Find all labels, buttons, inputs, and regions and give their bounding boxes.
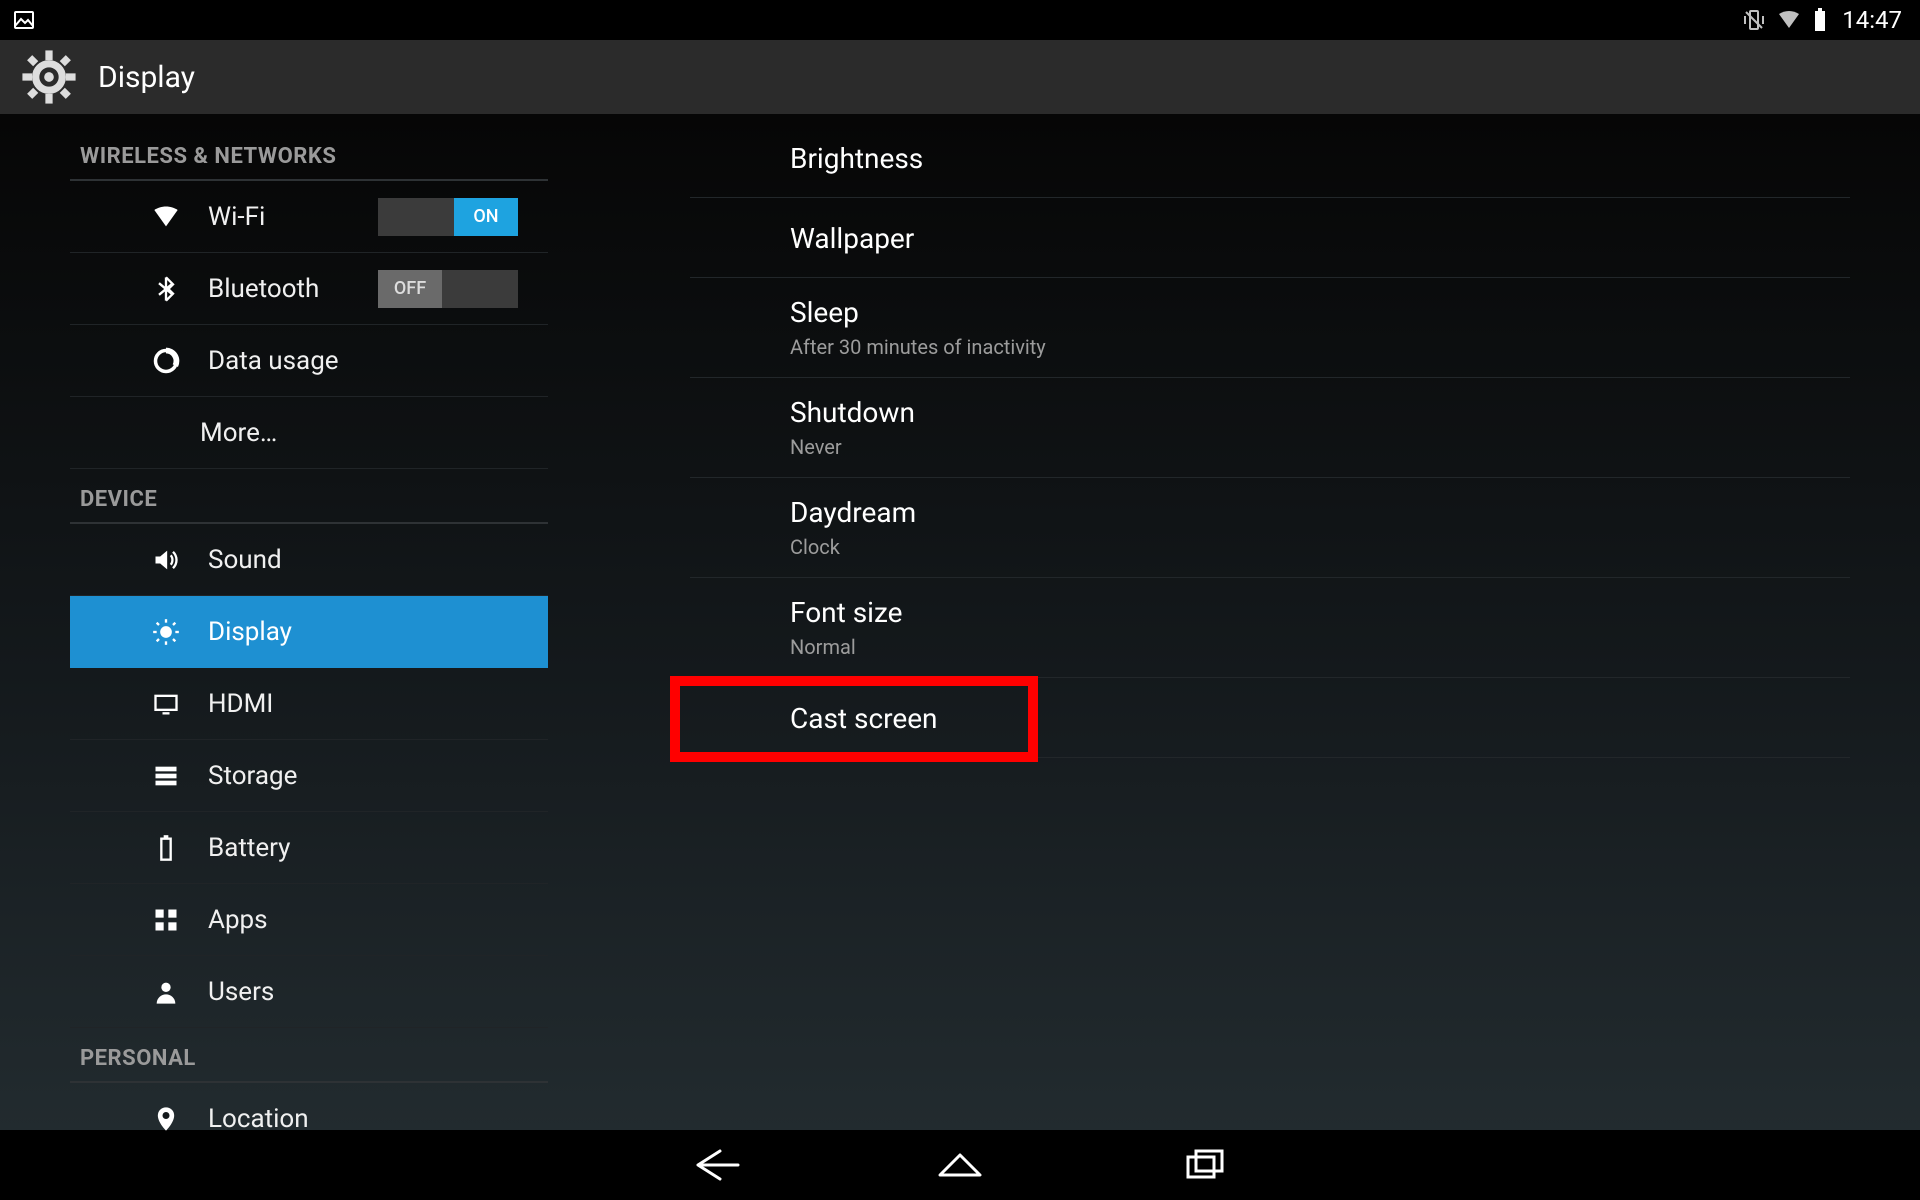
settings-gear-icon[interactable] — [18, 46, 80, 108]
sidebar-item-users[interactable]: Users — [70, 956, 548, 1028]
row-title: Wallpaper — [790, 222, 1850, 255]
notification-image-icon — [12, 8, 36, 32]
row-subtitle: Never — [790, 435, 1850, 459]
section-header-personal: PERSONAL — [70, 1028, 548, 1083]
row-title: Daydream — [790, 496, 1850, 529]
hdmi-monitor-icon — [150, 690, 182, 718]
action-bar: Display — [0, 40, 1920, 114]
data-usage-icon — [150, 347, 182, 375]
row-shutdown[interactable]: Shutdown Never — [690, 378, 1850, 478]
nav-recent-apps-button[interactable] — [1172, 1143, 1236, 1187]
display-brightness-icon — [150, 618, 182, 646]
bluetooth-icon — [150, 275, 182, 303]
sidebar-item-more[interactable]: More… — [70, 397, 548, 469]
row-subtitle: Normal — [790, 635, 1850, 659]
row-daydream[interactable]: Daydream Clock — [690, 478, 1850, 578]
sidebar-item-label: More… — [200, 418, 548, 448]
row-subtitle: Clock — [790, 535, 1850, 559]
row-title: Font size — [790, 596, 1850, 629]
row-brightness[interactable]: Brightness — [690, 118, 1850, 198]
status-clock: 14:47 — [1842, 6, 1902, 34]
sidebar-item-label: Wi-Fi — [208, 202, 352, 232]
sidebar-item-label: Apps — [208, 905, 548, 935]
sound-icon — [150, 546, 182, 574]
sidebar-item-data-usage[interactable]: Data usage — [70, 325, 548, 397]
sidebar-item-label: HDMI — [208, 689, 548, 719]
sidebar-item-apps[interactable]: Apps — [70, 884, 548, 956]
vibrate-muted-icon — [1742, 8, 1766, 32]
row-title: Brightness — [790, 142, 1850, 175]
row-wallpaper[interactable]: Wallpaper — [690, 198, 1850, 278]
row-title: Cast screen — [790, 702, 1850, 735]
sidebar-item-label: Users — [208, 977, 548, 1007]
battery-status-icon — [1812, 8, 1828, 32]
sidebar-item-hdmi[interactable]: HDMI — [70, 668, 548, 740]
row-cast-screen[interactable]: Cast screen — [690, 678, 1850, 758]
status-bar: 14:47 — [0, 0, 1920, 40]
row-subtitle: After 30 minutes of inactivity — [790, 335, 1850, 359]
main-panel: Brightness Wallpaper Sleep After 30 minu… — [560, 114, 1920, 1130]
sidebar-item-label: Sound — [208, 545, 548, 575]
section-header-wireless: WIRELESS & NETWORKS — [70, 126, 548, 181]
wifi-toggle[interactable]: ON — [378, 198, 518, 236]
row-sleep[interactable]: Sleep After 30 minutes of inactivity — [690, 278, 1850, 378]
wifi-icon — [150, 203, 182, 231]
bluetooth-toggle[interactable]: OFF — [378, 270, 518, 308]
battery-icon — [150, 834, 182, 862]
sidebar: WIRELESS & NETWORKS Wi-Fi ON Bluetooth O… — [0, 114, 560, 1130]
sidebar-item-storage[interactable]: Storage — [70, 740, 548, 812]
apps-icon — [150, 906, 182, 934]
sidebar-item-label: Display — [208, 617, 548, 647]
sidebar-item-display[interactable]: Display — [70, 596, 548, 668]
nav-home-button[interactable] — [928, 1143, 992, 1187]
location-pin-icon — [150, 1105, 182, 1133]
sidebar-item-label: Location — [208, 1104, 548, 1134]
sidebar-item-wifi[interactable]: Wi-Fi ON — [70, 181, 548, 253]
content-area: WIRELESS & NETWORKS Wi-Fi ON Bluetooth O… — [0, 114, 1920, 1130]
page-title: Display — [98, 60, 195, 95]
sidebar-item-battery[interactable]: Battery — [70, 812, 548, 884]
sidebar-item-label: Bluetooth — [208, 274, 352, 304]
storage-icon — [150, 762, 182, 790]
sidebar-item-location[interactable]: Location — [70, 1083, 548, 1155]
nav-back-button[interactable] — [684, 1143, 748, 1187]
wifi-status-icon — [1776, 8, 1802, 32]
sidebar-item-label: Storage — [208, 761, 548, 791]
section-header-device: DEVICE — [70, 469, 548, 524]
users-icon — [150, 978, 182, 1006]
row-title: Shutdown — [790, 396, 1850, 429]
sidebar-item-label: Data usage — [208, 346, 548, 376]
row-title: Sleep — [790, 296, 1850, 329]
sidebar-item-bluetooth[interactable]: Bluetooth OFF — [70, 253, 548, 325]
sidebar-item-label: Battery — [208, 833, 548, 863]
sidebar-item-sound[interactable]: Sound — [70, 524, 548, 596]
row-font-size[interactable]: Font size Normal — [690, 578, 1850, 678]
